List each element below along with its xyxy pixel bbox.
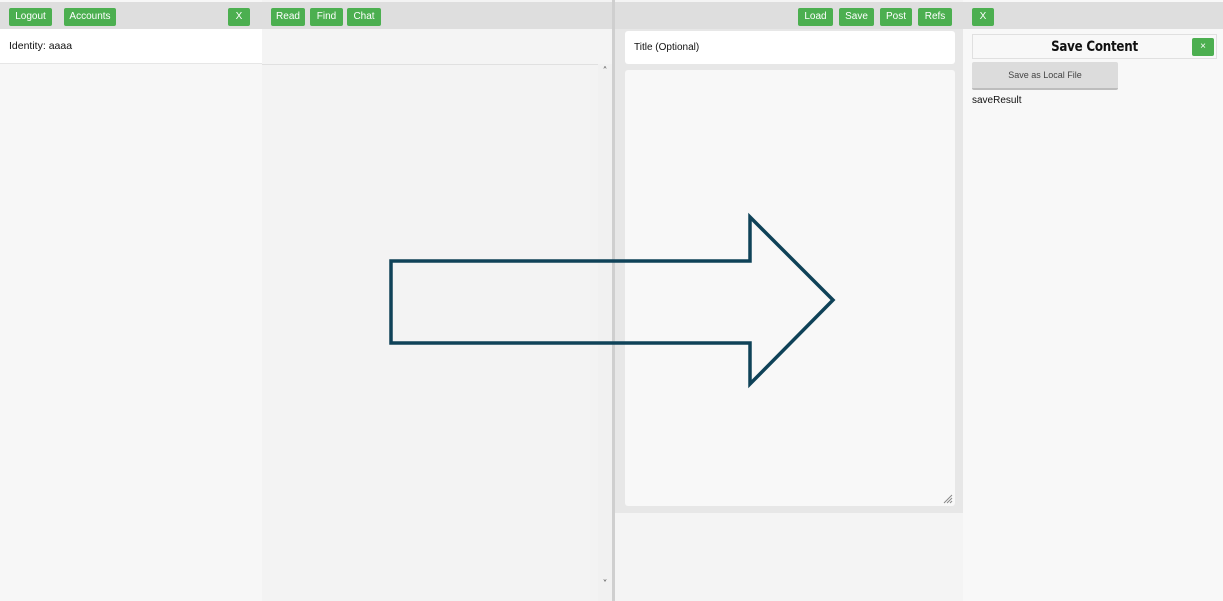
- accounts-panel: Logout Accounts X Identity: aaaa: [0, 0, 263, 601]
- browse-toolbar: Read Find Chat: [262, 2, 612, 29]
- save-button[interactable]: Save: [839, 8, 874, 26]
- scroll-up-icon[interactable]: ˄: [599, 66, 611, 78]
- identity-label: Identity: aaaa: [0, 29, 262, 64]
- chat-button[interactable]: Chat: [347, 8, 381, 26]
- save-content-panel: X Save Content × Save as Local File save…: [963, 0, 1223, 601]
- editor-toolbar: Load Save Post Refs: [615, 2, 963, 29]
- accounts-toolbar: Logout Accounts X: [0, 2, 262, 29]
- logout-button[interactable]: Logout: [9, 8, 52, 26]
- accounts-button[interactable]: Accounts: [64, 8, 116, 26]
- scroll-down-icon[interactable]: ˅: [599, 579, 611, 591]
- browse-panel: Read Find Chat ˄ ˅: [262, 0, 612, 601]
- load-button[interactable]: Load: [798, 8, 833, 26]
- browse-subheader: [262, 29, 612, 65]
- close-save-dialog-button[interactable]: ×: [1192, 38, 1214, 56]
- refs-button[interactable]: Refs: [918, 8, 952, 26]
- content-textarea[interactable]: [625, 70, 955, 506]
- find-button[interactable]: Find: [310, 8, 343, 26]
- browse-scrollbar[interactable]: ˄ ˅: [598, 64, 612, 601]
- title-input[interactable]: [625, 31, 955, 64]
- save-result-text: saveResult: [972, 95, 1022, 106]
- save-as-local-file-button[interactable]: Save as Local File: [972, 62, 1118, 90]
- save-panel-toolbar: X: [963, 2, 1223, 29]
- resize-grip-icon[interactable]: [943, 494, 953, 504]
- close-editor-panel-button[interactable]: X: [972, 8, 994, 26]
- save-content-header: Save Content ×: [972, 34, 1217, 59]
- save-content-title: Save Content: [1051, 39, 1138, 55]
- read-button[interactable]: Read: [271, 8, 305, 26]
- editor-panel: Load Save Post Refs: [615, 0, 963, 601]
- post-button[interactable]: Post: [880, 8, 912, 26]
- close-accounts-panel-button[interactable]: X: [228, 8, 250, 26]
